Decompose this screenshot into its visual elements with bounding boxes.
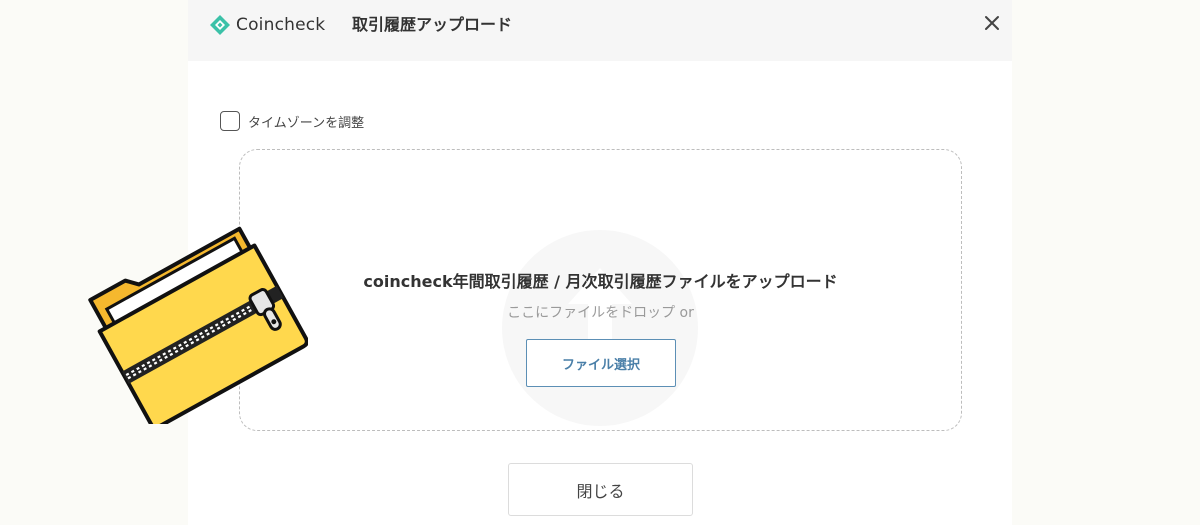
timezone-label: タイムゾーンを調整 bbox=[248, 115, 365, 131]
upload-icon bbox=[502, 230, 698, 426]
logo-text: Coincheck bbox=[236, 15, 326, 35]
close-icon[interactable] bbox=[980, 11, 1004, 35]
zip-folder-icon bbox=[88, 226, 308, 424]
upload-modal: Coincheck 取引履歴アップロード タイムゾーンを調整 coincheck… bbox=[188, 0, 1012, 525]
dropzone-subtitle: ここにファイルをドロップ or bbox=[507, 305, 694, 321]
modal-title: 取引履歴アップロード bbox=[352, 15, 513, 34]
file-select-button[interactable]: ファイル選択 bbox=[526, 339, 676, 387]
modal-header: Coincheck 取引履歴アップロード bbox=[188, 0, 1012, 61]
timezone-checkbox[interactable] bbox=[220, 111, 240, 131]
timezone-option: タイムゾーンを調整 bbox=[220, 111, 364, 131]
coincheck-logo: Coincheck bbox=[210, 13, 325, 37]
dropzone-title: coincheck年間取引履歴 / 月次取引履歴ファイルをアップロード bbox=[363, 272, 838, 291]
coincheck-logo-icon bbox=[210, 15, 230, 35]
file-dropzone[interactable]: coincheck年間取引履歴 / 月次取引履歴ファイルをアップロード ここにフ… bbox=[239, 149, 962, 431]
close-button[interactable]: 閉じる bbox=[508, 463, 693, 516]
